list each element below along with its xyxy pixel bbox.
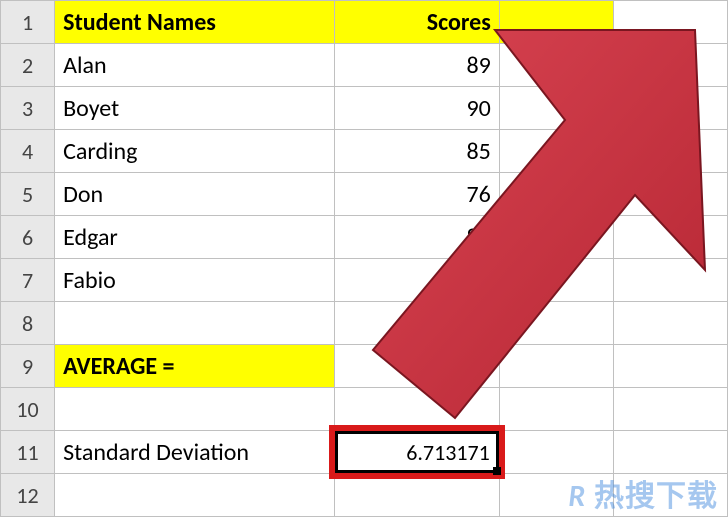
stdev-label: Standard Deviation: [55, 431, 334, 473]
cell-d2[interactable]: [613, 44, 727, 87]
cell-a1[interactable]: Student Names: [55, 1, 335, 44]
cell-b1[interactable]: Scores: [334, 1, 499, 44]
cell-a9[interactable]: AVERAGE =: [55, 345, 335, 388]
student-name: Boyet: [55, 87, 334, 129]
cell-b3[interactable]: 90: [334, 87, 499, 130]
cell-d3[interactable]: [613, 87, 727, 130]
cell-c1[interactable]: [499, 1, 613, 44]
selected-cell[interactable]: 6.713171: [335, 431, 499, 473]
spreadsheet-grid[interactable]: 1 Student Names Scores 2 Alan 89 3 Boyet…: [0, 0, 728, 517]
average-label: AVERAGE =: [55, 345, 334, 387]
row-header[interactable]: 4: [1, 130, 55, 173]
row-header[interactable]: 10: [1, 388, 55, 431]
cell-c10[interactable]: [499, 388, 613, 431]
table-row: 11 Standard Deviation 6.713171: [1, 431, 728, 474]
table-row: 7 Fabio 9: [1, 259, 728, 302]
student-name: Edgar: [55, 216, 334, 258]
cell-d6[interactable]: [613, 216, 727, 259]
cell-a8[interactable]: [55, 302, 335, 345]
cell-a12[interactable]: [55, 474, 335, 517]
cell-d10[interactable]: [613, 388, 727, 431]
table-row: 2 Alan 89: [1, 44, 728, 87]
row-header[interactable]: 1: [1, 1, 55, 44]
cell-a3[interactable]: Boyet: [55, 87, 335, 130]
cell-a2[interactable]: Alan: [55, 44, 335, 87]
cell-d5[interactable]: [613, 173, 727, 216]
table-row: 8: [1, 302, 728, 345]
table-row: 1 Student Names Scores: [1, 1, 728, 44]
cell-c3[interactable]: [499, 87, 613, 130]
cell-c2[interactable]: [499, 44, 613, 87]
cell-a11[interactable]: Standard Deviation: [55, 431, 335, 474]
student-name: Don: [55, 173, 334, 215]
header-scores: Scores: [335, 1, 499, 43]
cell-b4[interactable]: 85: [334, 130, 499, 173]
cell-c12[interactable]: [499, 474, 613, 517]
cell-a10[interactable]: [55, 388, 335, 431]
cell-b6[interactable]: 80: [334, 216, 499, 259]
cell-d1[interactable]: [613, 1, 727, 44]
average-value: 85.666: [335, 345, 499, 387]
student-score: 80: [335, 216, 499, 258]
student-name: Carding: [55, 130, 334, 172]
student-score: 85: [335, 130, 499, 172]
student-name: Fabio: [55, 259, 334, 301]
row-header[interactable]: 3: [1, 87, 55, 130]
table-row: 6 Edgar 80: [1, 216, 728, 259]
cell-d4[interactable]: [613, 130, 727, 173]
cell-d9[interactable]: [613, 345, 727, 388]
fill-handle[interactable]: [493, 467, 501, 475]
cell-b8[interactable]: [334, 302, 499, 345]
cell-d8[interactable]: [613, 302, 727, 345]
cell-d7[interactable]: [613, 259, 727, 302]
cell-c4[interactable]: [499, 130, 613, 173]
cell-b12[interactable]: [334, 474, 499, 517]
student-score: 9: [335, 259, 499, 301]
row-header[interactable]: 12: [1, 474, 55, 517]
cell-c9[interactable]: [499, 345, 613, 388]
cell-a5[interactable]: Don: [55, 173, 335, 216]
cell-a4[interactable]: Carding: [55, 130, 335, 173]
row-header[interactable]: 5: [1, 173, 55, 216]
row-header[interactable]: 9: [1, 345, 55, 388]
cell-b11[interactable]: 6.713171: [334, 431, 499, 474]
table-row: 9 AVERAGE = 85.666: [1, 345, 728, 388]
table-row: 4 Carding 85: [1, 130, 728, 173]
cell-a7[interactable]: Fabio: [55, 259, 335, 302]
cell-b5[interactable]: 76: [334, 173, 499, 216]
row-header[interactable]: 11: [1, 431, 55, 474]
cell-b2[interactable]: 89: [334, 44, 499, 87]
cell-b7[interactable]: 9: [334, 259, 499, 302]
table-row: 3 Boyet 90: [1, 87, 728, 130]
row-header[interactable]: 8: [1, 302, 55, 345]
student-name: Alan: [55, 44, 334, 86]
row-header[interactable]: 7: [1, 259, 55, 302]
row-header[interactable]: 2: [1, 44, 55, 87]
cell-d12[interactable]: [613, 474, 727, 517]
header-student-names: Student Names: [55, 1, 334, 43]
cell-c5[interactable]: [499, 173, 613, 216]
student-score: 90: [335, 87, 499, 129]
cell-d11[interactable]: [613, 431, 727, 474]
cell-c7[interactable]: [499, 259, 613, 302]
table-row: 5 Don 76: [1, 173, 728, 216]
student-score: 76: [335, 173, 499, 215]
student-score: 89: [335, 44, 499, 86]
table-row: 12: [1, 474, 728, 517]
row-header[interactable]: 6: [1, 216, 55, 259]
cell-c6[interactable]: [499, 216, 613, 259]
cell-c11[interactable]: [499, 431, 613, 474]
cell-a6[interactable]: Edgar: [55, 216, 335, 259]
cell-c8[interactable]: [499, 302, 613, 345]
cell-b9[interactable]: 85.666: [334, 345, 499, 388]
stdev-value: 6.713171: [335, 431, 499, 473]
